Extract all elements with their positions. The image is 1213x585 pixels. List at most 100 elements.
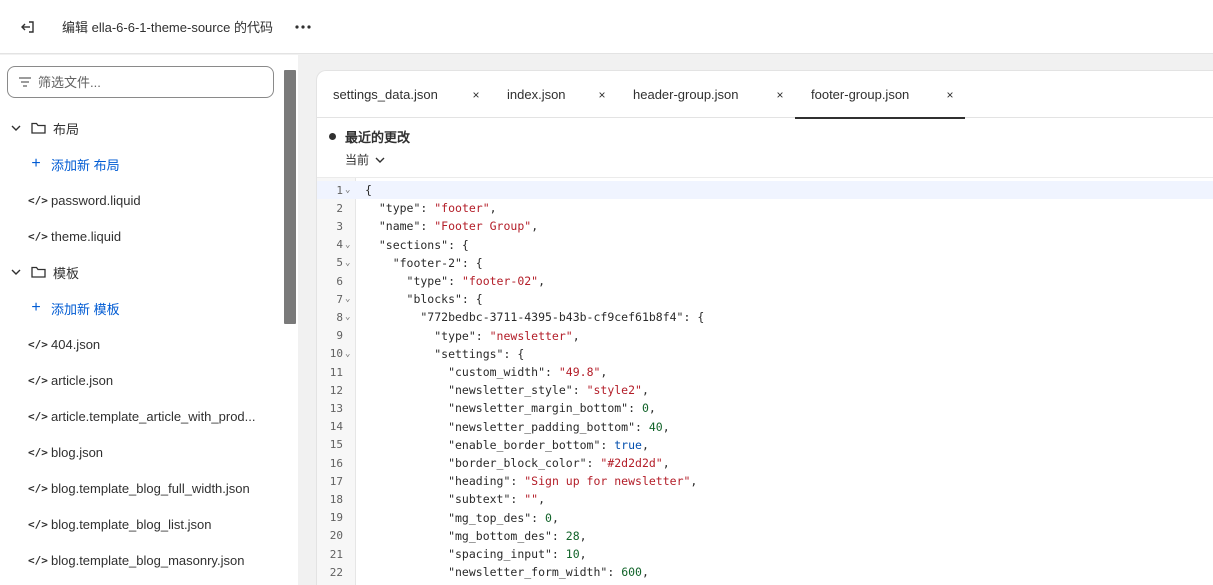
code-line[interactable]: 12 "newsletter_style": "style2", (317, 381, 1213, 399)
code-file-icon: </> (28, 409, 48, 423)
line-number: 10 (329, 347, 343, 361)
fold-chevron-icon[interactable]: ⌄ (343, 349, 355, 359)
code-text: "newsletter_style": "style2", (365, 383, 649, 398)
line-number: 7 (336, 292, 343, 306)
line-number: 18 (329, 492, 343, 506)
filter-field[interactable] (7, 66, 274, 98)
code-file-icon: </> (28, 553, 48, 567)
line-number: 11 (329, 365, 343, 379)
line-number: 6 (336, 274, 343, 288)
fold-chevron-icon[interactable]: ⌄ (343, 312, 355, 322)
fold-chevron-icon[interactable]: ⌄ (343, 258, 355, 268)
code-text: "type": "footer", (365, 201, 497, 216)
code-file-icon: </> (28, 481, 48, 495)
code-area[interactable]: 1 ⌄{2 "type": "footer", 3 "name": "Footer … (317, 177, 1213, 585)
file-sidebar: 布局+添加新 布局</>password.liquid</>theme.liqu… (0, 55, 298, 585)
line-number: 8 (336, 310, 343, 324)
filter-icon (19, 77, 31, 87)
sidebar-file-item[interactable]: </> 404.json (0, 326, 280, 362)
tab-header-group-json[interactable]: header-group.json × (617, 71, 795, 118)
code-line[interactable]: 15 "enable_border_bottom": true, (317, 436, 1213, 454)
tab-label: settings_data.json (333, 87, 438, 102)
tab-settings-data-json[interactable]: settings_data.json × (317, 71, 491, 118)
add-new-button[interactable]: + 添加新 布局 (0, 146, 280, 182)
fold-chevron-icon[interactable]: ⌄ (343, 294, 355, 304)
code-line[interactable]: 22 "newsletter_form_width": 600, (317, 563, 1213, 581)
code-line[interactable]: 19 "mg_top_des": 0, (317, 509, 1213, 527)
code-line[interactable]: 5 ⌄ "footer-2": { (317, 254, 1213, 272)
code-line[interactable]: 3 "name": "Footer Group", (317, 217, 1213, 235)
sidebar-file-item[interactable]: </> blog.template_blog_masonry.json (0, 542, 280, 578)
code-line[interactable]: 18 "subtext": "", (317, 490, 1213, 508)
line-number: 1 (336, 183, 343, 197)
code-text: "footer-2": { (365, 255, 483, 270)
code-line[interactable]: 21 "spacing_input": 10, (317, 545, 1213, 563)
sidebar-item-label: article.json (51, 372, 114, 388)
code-text: "type": "newsletter", (365, 328, 580, 343)
recent-changes-title: 最近的更改 (345, 130, 411, 145)
fold-chevron-icon[interactable]: ⌄ (343, 240, 355, 250)
file-tabs: settings_data.json × index.json × header-gro… (317, 71, 1213, 119)
code-line[interactable]: 20 "mg_bottom_des": 28, (317, 527, 1213, 545)
sidebar-file-item[interactable]: </> blog.template_blog_list.json (0, 506, 280, 542)
close-icon[interactable]: × (935, 88, 965, 102)
sidebar-folder[interactable]: 模板 (0, 254, 280, 290)
line-number: 14 (329, 420, 343, 434)
line-number: 9 (336, 329, 343, 343)
sidebar-item-label: 添加新 布局 (51, 157, 120, 173)
code-line[interactable]: 10 ⌄ "settings": { (317, 345, 1213, 363)
code-line[interactable]: 11 "custom_width": "49.8", (317, 363, 1213, 381)
code-line[interactable]: 16 "border_block_color": "#2d2d2d", (317, 454, 1213, 472)
code-file-icon: </> (28, 229, 48, 243)
tab-index-json[interactable]: index.json × (491, 71, 617, 118)
sidebar-scrollbar[interactable] (284, 70, 296, 324)
code-line[interactable]: 9 "type": "newsletter", (317, 327, 1213, 345)
folder-icon (31, 266, 47, 278)
code-text: "subtext": "", (365, 492, 546, 507)
sidebar-folder[interactable]: 布局 (0, 110, 280, 146)
tab-footer-group-json[interactable]: footer-group.json × (795, 71, 965, 119)
line-number: 17 (329, 474, 343, 488)
sidebar-file-item[interactable]: </> article.json (0, 362, 280, 398)
line-number: 21 (329, 547, 343, 561)
exit-icon[interactable] (14, 13, 42, 41)
sidebar-item-label: 404.json (51, 336, 101, 352)
code-text: "type": "footer-02", (365, 274, 546, 288)
code-text: "newsletter_margin_bottom": 0, (365, 401, 656, 416)
sidebar-item-label: blog.template_blog_full_width.json (51, 480, 250, 496)
filter-input[interactable] (38, 74, 258, 90)
code-line[interactable]: 2 "type": "footer", (317, 199, 1213, 217)
chevron-down-icon[interactable] (11, 125, 23, 131)
sidebar-file-item[interactable]: </> blog.template_blog_full_width.json (0, 470, 280, 506)
add-new-button[interactable]: + 添加新 模板 (0, 290, 280, 326)
code-line[interactable]: 8 ⌄ "772bedbc-3711-4395-b43b-cf9cef61b8f4… (317, 308, 1213, 326)
line-number: 5 (336, 256, 343, 270)
close-icon[interactable]: × (765, 88, 795, 102)
code-line[interactable]: 13 "newsletter_margin_bottom": 0, (317, 399, 1213, 417)
code-line[interactable]: 4 ⌄ "sections": { (317, 236, 1213, 254)
sidebar-item-label: theme.liquid (51, 228, 122, 244)
sidebar-file-item[interactable]: </> password.liquid (0, 182, 280, 218)
code-text: "sections": { (365, 237, 469, 252)
code-line[interactable]: 1 ⌄ { (317, 181, 1213, 199)
code-line[interactable]: 14 "newsletter_padding_bottom": 40, (317, 418, 1213, 436)
sidebar-file-item[interactable]: </> blog.json (0, 434, 280, 470)
code-text: "name": "Footer Group", (365, 219, 539, 234)
sidebar-file-item[interactable]: </> theme.liquid (0, 218, 280, 254)
code-text: "enable_border_bottom": true, (365, 437, 649, 452)
code-line[interactable]: 17 "heading": "Sign up for newsletter", (317, 472, 1213, 490)
close-icon[interactable]: × (461, 88, 491, 102)
close-icon[interactable]: × (587, 88, 617, 102)
code-text: "spacing_input": 10, (365, 547, 587, 561)
line-number: 22 (329, 565, 343, 579)
fold-chevron-icon[interactable]: ⌄ (343, 185, 355, 195)
sidebar-file-item[interactable]: </> article.template_article_with_prod... (0, 398, 280, 434)
code-line[interactable]: 6 "type": "footer-02", (317, 272, 1213, 290)
code-text: "custom_width": "49.8", (365, 365, 608, 379)
more-options-icon[interactable] (291, 15, 315, 39)
code-line[interactable]: 7 ⌄ "blocks": { (317, 290, 1213, 308)
line-number: 2 (336, 201, 343, 215)
chevron-down-icon[interactable] (11, 269, 23, 275)
code-text: "newsletter_padding_bottom": 40, (365, 419, 670, 434)
version-select[interactable]: 当前 (345, 151, 385, 168)
